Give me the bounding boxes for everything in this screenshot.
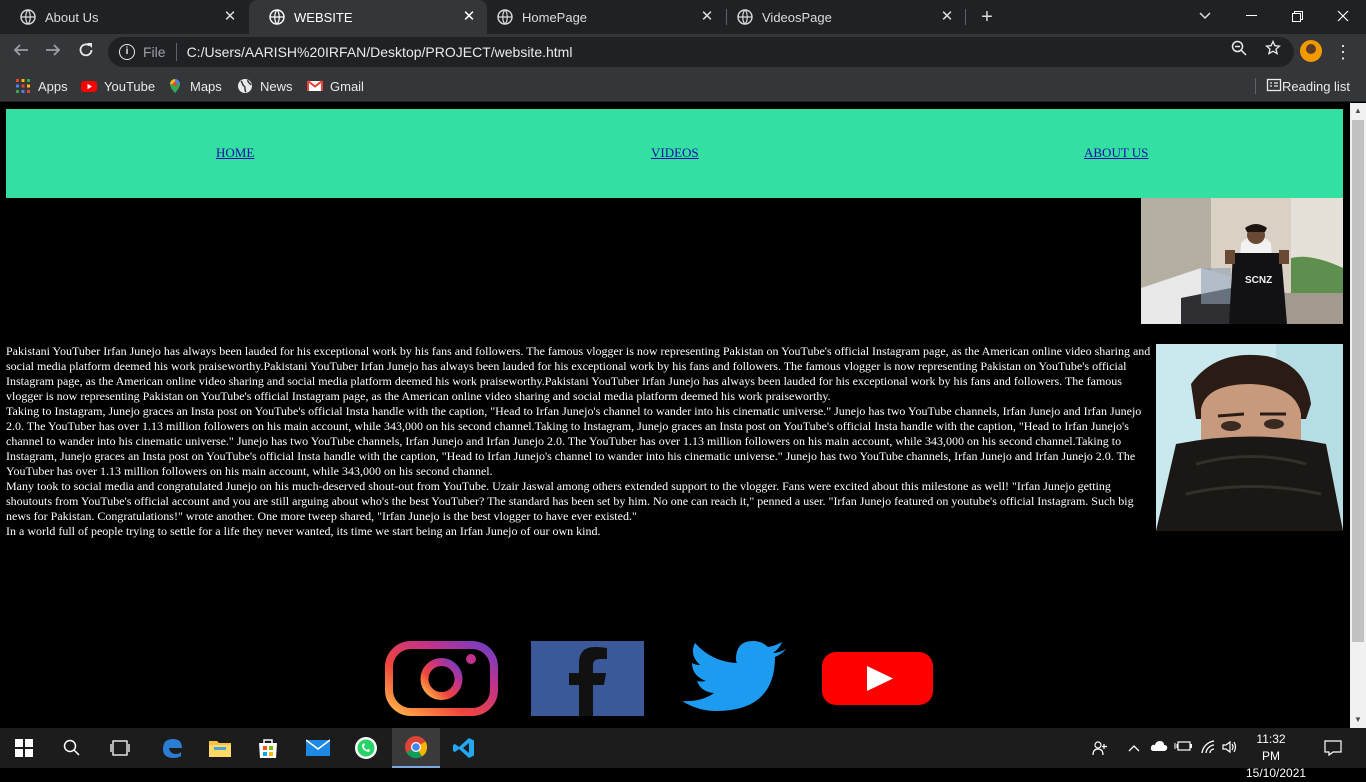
onedrive-cloud-icon[interactable]: [1150, 740, 1168, 756]
bookmark-star-icon[interactable]: [1260, 39, 1286, 65]
notification-icon[interactable]: [1324, 740, 1342, 757]
bookmarks-bar: Apps YouTube Maps News Gmail Reading lis…: [0, 70, 1366, 102]
article-paragraph: Pakistani YouTuber Irfan Junejo has alwa…: [6, 344, 1151, 403]
windows-logo-icon: [15, 739, 33, 757]
scroll-thumb[interactable]: [1352, 120, 1364, 642]
bookmark-maps[interactable]: Maps: [167, 76, 222, 96]
more-menu-icon[interactable]: ⋮: [1334, 40, 1352, 64]
bookmark-label: Apps: [38, 78, 68, 94]
youtube-icon: [81, 78, 97, 94]
close-tab-icon[interactable]: ✕: [699, 9, 715, 25]
forward-arrow-icon[interactable]: [40, 39, 66, 65]
globe-icon: [497, 9, 513, 25]
address-separator: [175, 43, 177, 61]
store-icon[interactable]: [244, 728, 292, 768]
edge-icon[interactable]: [148, 728, 196, 768]
nav-link-videos[interactable]: VIDEOS: [651, 145, 699, 161]
nav-link-home[interactable]: HOME: [216, 145, 254, 161]
tab-strip: About Us ✕ WEBSITE ✕ HomePage ✕ VideosPa…: [0, 0, 1366, 34]
vlogger-portrait-photo: [1156, 344, 1343, 531]
address-bar[interactable]: i File C:/Users/AARISH%20IRFAN/Desktop/P…: [108, 37, 1294, 67]
bookmarks-separator: [1255, 78, 1256, 94]
bookmark-apps[interactable]: Apps: [15, 76, 68, 96]
minimize-icon[interactable]: [1228, 0, 1274, 32]
globe-icon: [737, 9, 753, 25]
profile-avatar[interactable]: [1300, 40, 1322, 62]
close-tab-icon[interactable]: ✕: [939, 9, 955, 25]
vscode-icon[interactable]: [440, 728, 488, 768]
file-explorer-icon[interactable]: [196, 728, 244, 768]
back-arrow-icon[interactable]: [8, 39, 34, 65]
maps-pin-icon: [167, 78, 183, 94]
shirt-text: SCNZ: [1245, 275, 1272, 286]
article-body: Pakistani YouTuber Irfan Junejo has alwa…: [6, 344, 1152, 539]
nav-link-about-us[interactable]: ABOUT US: [1084, 145, 1148, 161]
page-viewport: HOME VIDEOS ABOUT US SCNZ Pakistani YouT…: [0, 103, 1350, 728]
tab-title: HomePage: [522, 9, 588, 25]
bookmark-gmail[interactable]: Gmail: [307, 76, 364, 96]
people-icon[interactable]: [1092, 740, 1108, 756]
new-tab-button[interactable]: +: [976, 6, 998, 28]
reload-icon[interactable]: [73, 39, 99, 65]
scroll-down-arrow-icon[interactable]: ▼: [1350, 712, 1366, 728]
youtube-icon[interactable]: [821, 641, 934, 716]
apps-grid-icon: [15, 78, 31, 94]
bookmark-news[interactable]: News: [237, 76, 293, 96]
globe-icon: [20, 9, 36, 25]
zoom-icon[interactable]: [1226, 39, 1252, 65]
chrome-icon[interactable]: [392, 728, 440, 768]
reading-list-button[interactable]: Reading list: [1266, 76, 1350, 96]
article-paragraph: Many took to social media and congratula…: [6, 479, 1134, 523]
tab-title: About Us: [45, 9, 99, 25]
globe-icon: [237, 78, 253, 94]
volume-icon[interactable]: [1222, 740, 1238, 756]
bookmark-label: YouTube: [104, 78, 156, 94]
wifi-icon[interactable]: [1200, 740, 1216, 756]
tab-videospage[interactable]: VideosPage ✕: [727, 0, 965, 34]
twitter-icon[interactable]: [676, 641, 789, 716]
info-icon[interactable]: i: [119, 44, 135, 60]
url-text[interactable]: C:/Users/AARISH%20IRFAN/Desktop/PROJECT/…: [187, 44, 1226, 60]
reading-list-icon: [1266, 77, 1282, 96]
search-icon[interactable]: [48, 728, 96, 768]
task-view-icon[interactable]: [96, 728, 144, 768]
tab-website[interactable]: WEBSITE ✕: [249, 0, 487, 34]
tab-about-us[interactable]: About Us ✕: [0, 0, 248, 34]
scroll-up-arrow-icon[interactable]: ▲: [1350, 103, 1366, 119]
reading-list-label: Reading list: [1282, 78, 1350, 94]
system-clock[interactable]: 11:32 PM 15/10/2021: [1246, 731, 1306, 782]
bookmark-label: Gmail: [330, 78, 364, 94]
start-button[interactable]: [0, 728, 48, 768]
close-tab-icon[interactable]: ✕: [461, 9, 477, 25]
page-scrollbar[interactable]: ▲ ▼: [1350, 103, 1366, 728]
tab-homepage[interactable]: HomePage ✕: [487, 0, 725, 34]
battery-icon[interactable]: [1174, 740, 1192, 756]
tab-title: WEBSITE: [294, 9, 353, 25]
instagram-icon[interactable]: [385, 641, 498, 716]
bookmark-youtube[interactable]: YouTube: [81, 76, 155, 96]
clock-time: 11:32 PM: [1256, 732, 1286, 763]
scheme-label: File: [143, 44, 166, 60]
gmail-icon: [307, 78, 323, 94]
chevron-up-icon[interactable]: [1126, 740, 1142, 756]
close-tab-icon[interactable]: ✕: [222, 9, 238, 25]
close-window-icon[interactable]: [1320, 0, 1366, 32]
mail-icon[interactable]: [294, 728, 342, 768]
tab-title: VideosPage: [762, 9, 832, 25]
bookmark-label: Maps: [190, 78, 222, 94]
restore-icon[interactable]: [1274, 0, 1320, 32]
bookmark-label: News: [260, 78, 293, 94]
whatsapp-icon[interactable]: [342, 728, 390, 768]
tab-separator: [965, 9, 966, 25]
browser-toolbar: i File C:/Users/AARISH%20IRFAN/Desktop/P…: [0, 34, 1366, 70]
vlogger-shirt-photo: SCNZ: [1141, 198, 1343, 324]
facebook-icon[interactable]: [531, 641, 644, 716]
globe-icon: [269, 9, 285, 25]
tab-search-icon[interactable]: [1182, 0, 1228, 32]
site-navbar: HOME VIDEOS ABOUT US: [6, 109, 1343, 198]
article-paragraph: Taking to Instagram, Junejo graces an In…: [6, 404, 1142, 478]
windows-taskbar: 11:32 PM 15/10/2021: [0, 728, 1366, 780]
article-paragraph: In a world full of people trying to sett…: [6, 524, 601, 538]
